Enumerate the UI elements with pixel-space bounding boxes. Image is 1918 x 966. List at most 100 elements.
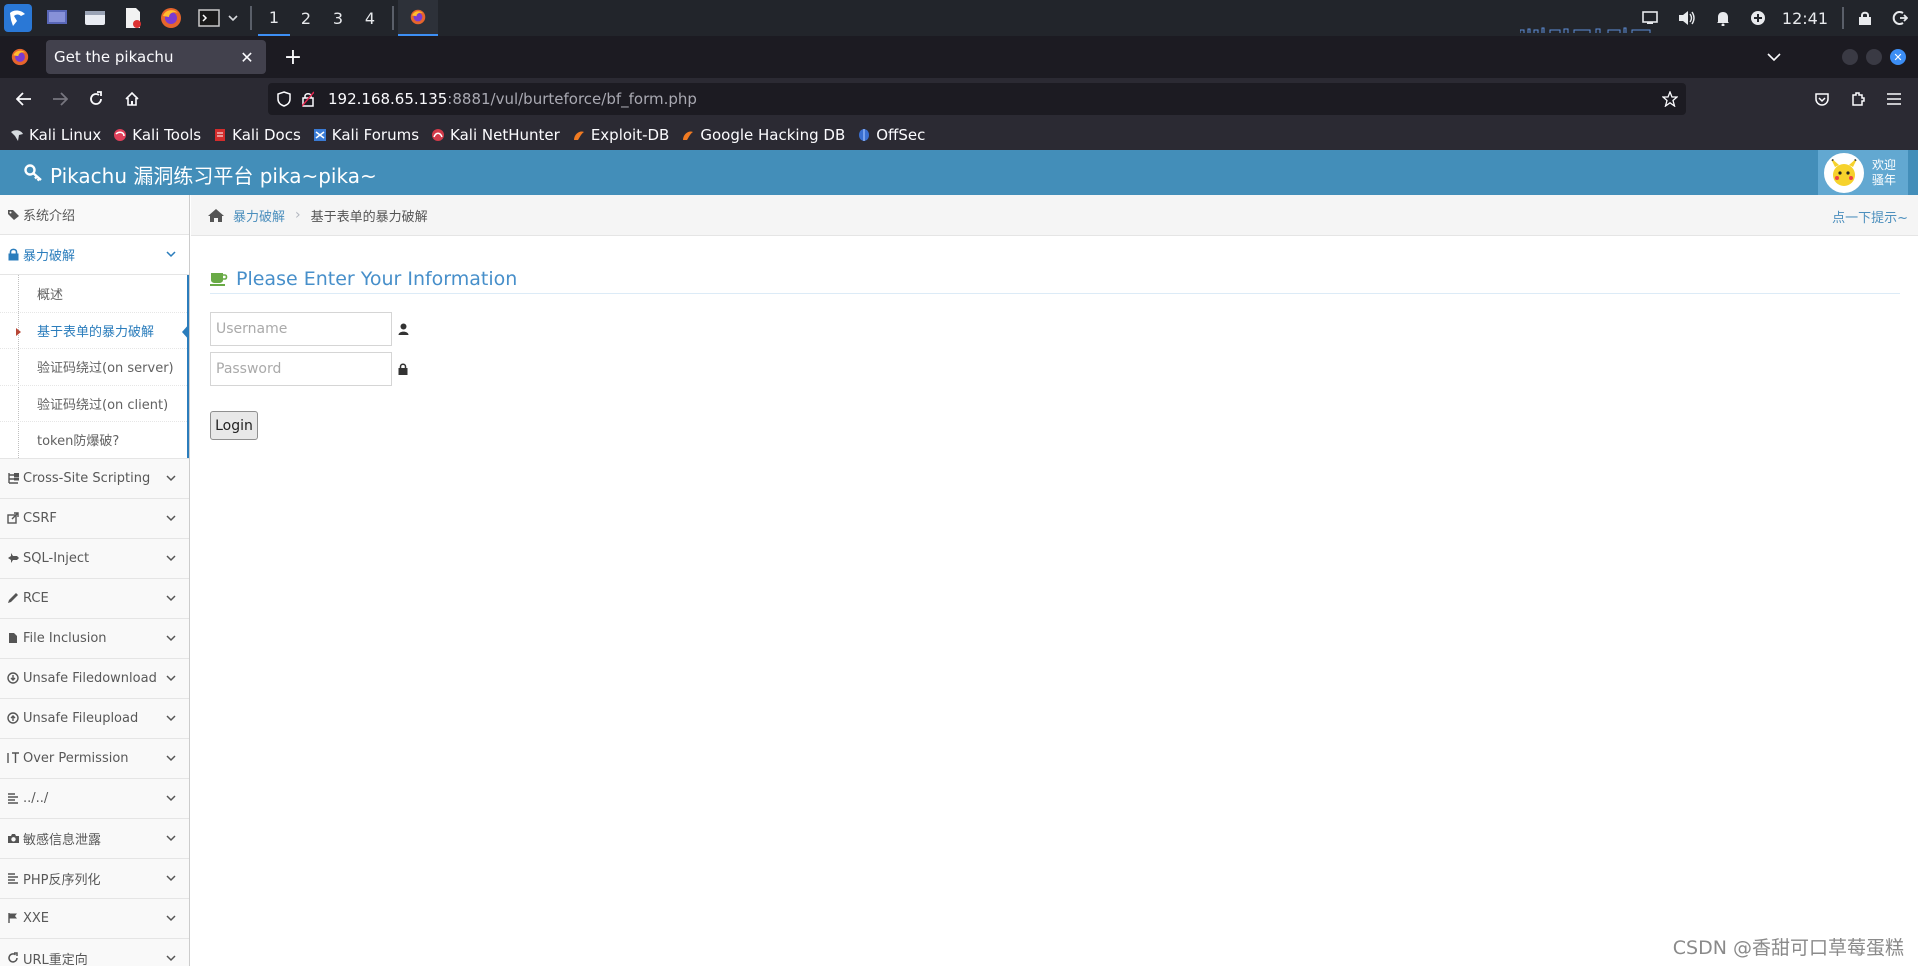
username-input[interactable] (210, 312, 392, 346)
chevron-down-icon[interactable] (165, 752, 177, 764)
chevron-down-icon[interactable] (165, 632, 177, 644)
sidebar-item-unsafe-filedownload[interactable]: Unsafe Filedownload (0, 658, 189, 699)
url-path: :8881/vul/burteforce/bf_form.php (447, 90, 697, 108)
reload-icon[interactable] (84, 87, 108, 111)
browser-tab-bar: Get the pikachu ✕ + ✕ (0, 36, 1918, 78)
extensions-icon[interactable] (1846, 87, 1870, 111)
sidebar-item-rce[interactable]: RCE (0, 578, 189, 619)
chevron-down-icon[interactable] (165, 712, 177, 724)
kali-menu-icon[interactable] (4, 4, 32, 32)
kali-tools-icon (113, 128, 127, 142)
bookmark-google-hacking-db[interactable]: Google Hacking DB (681, 126, 845, 144)
sidebar-item-file-inclusion[interactable]: File Inclusion (0, 618, 189, 659)
bruteforce-submenu: 概述 基于表单的暴力破解 验证码绕过(on server) 验证码绕过(on c… (0, 275, 189, 459)
sidebar-item-xxe[interactable]: XXE (0, 898, 189, 939)
close-tab-icon[interactable]: ✕ (236, 46, 258, 68)
exploit-db-icon (572, 128, 586, 142)
sidebar-item-bruteforce[interactable]: 暴力破解 (0, 235, 189, 275)
chevron-down-icon[interactable] (165, 872, 177, 884)
home-icon[interactable] (120, 87, 144, 111)
bookmark-kali-docs[interactable]: Kali Docs (213, 126, 301, 144)
bookmark-star-icon[interactable] (1660, 89, 1680, 109)
bookmark-kali-linux[interactable]: Kali Linux (10, 126, 101, 144)
chevron-down-icon[interactable] (165, 832, 177, 844)
bookmark-exploit-db[interactable]: Exploit-DB (572, 126, 669, 144)
workspace-3[interactable]: 3 (322, 0, 354, 36)
screen-icon[interactable] (1642, 11, 1658, 25)
workspace-2[interactable]: 2 (290, 0, 322, 36)
bookmark-offsec[interactable]: OffSec (857, 126, 925, 144)
firefox-task-button[interactable] (398, 0, 438, 36)
sidebar-item-intro[interactable]: 系统介绍 (0, 195, 189, 235)
hint-link[interactable]: 点一下提示~ (1832, 207, 1908, 226)
file-manager-icon[interactable] (82, 5, 108, 31)
sidebar-item-info-leak[interactable]: 敏感信息泄露 (0, 818, 189, 859)
user-menu[interactable]: 欢迎 骚年 (1818, 150, 1908, 195)
browser-tab[interactable]: Get the pikachu ✕ (46, 40, 266, 74)
text-editor-icon[interactable] (120, 5, 146, 31)
volume-icon[interactable] (1678, 10, 1696, 26)
login-button[interactable]: Login (210, 411, 258, 440)
notification-bell-icon[interactable] (1716, 10, 1730, 26)
password-input[interactable] (210, 352, 392, 386)
workspace-1[interactable]: 1 (258, 0, 290, 36)
url-text[interactable]: 192.168.65.135:8881/vul/burteforce/bf_fo… (328, 90, 697, 108)
home-icon[interactable] (207, 207, 225, 223)
sidebar-item-csrf[interactable]: CSRF (0, 498, 189, 539)
file-icon (6, 631, 20, 645)
update-icon[interactable] (1750, 10, 1766, 26)
bookmark-kali-tools[interactable]: Kali Tools (113, 126, 201, 144)
list-all-tabs-icon[interactable] (1762, 46, 1786, 68)
chevron-down-icon[interactable] (165, 592, 177, 604)
menu-hamburger-icon[interactable] (1882, 87, 1906, 111)
sidebar-item-unsafe-fileupload[interactable]: Unsafe Fileupload (0, 698, 189, 739)
tracking-shield-icon[interactable] (274, 89, 294, 109)
desktop-icon[interactable] (44, 5, 70, 31)
offsec-icon (857, 128, 871, 142)
tags-icon (6, 208, 20, 222)
maximize-window-button[interactable] (1866, 49, 1882, 65)
bookmark-kali-nethunter[interactable]: Kali NetHunter (431, 126, 560, 144)
coffee-icon (210, 271, 228, 287)
submenu-item-token[interactable]: token防爆破? (0, 421, 189, 458)
chevron-down-icon[interactable] (165, 512, 177, 524)
chevron-down-icon[interactable] (165, 552, 177, 564)
logout-icon[interactable] (1892, 10, 1908, 26)
sidebar-item-url-redirect[interactable]: URL重定向 (0, 938, 189, 966)
sidebar-item-php-unserialize[interactable]: PHP反序列化 (0, 858, 189, 899)
clock[interactable]: 12:41 (1782, 9, 1828, 28)
bookmark-kali-forums[interactable]: Kali Forums (313, 126, 419, 144)
firefox-view-icon[interactable] (0, 36, 40, 78)
chevron-down-icon[interactable] (165, 952, 177, 964)
submenu-item-form-bruteforce[interactable]: 基于表单的暴力破解 (0, 311, 189, 349)
site-security-icon[interactable] (298, 89, 318, 109)
lock-screen-icon[interactable] (1858, 10, 1872, 26)
firefox-icon[interactable] (158, 5, 184, 31)
sidebar-item-xss[interactable]: Cross-Site Scripting (0, 458, 189, 499)
minimize-window-button[interactable] (1842, 49, 1858, 65)
chevron-down-icon[interactable] (165, 792, 177, 804)
sidebar-item-path-traversal[interactable]: ../../ (0, 778, 189, 819)
chevron-down-icon[interactable] (226, 5, 240, 31)
submenu-item-overview[interactable]: 概述 (0, 275, 189, 312)
site-brand[interactable]: Pikachu 漏洞练习平台 pika~pika~ (24, 160, 377, 189)
breadcrumb: 暴力破解 › 基于表单的暴力破解 点一下提示~ (191, 195, 1918, 236)
back-icon[interactable] (12, 87, 36, 111)
chevron-down-icon[interactable] (165, 472, 177, 484)
csdn-watermark: CSDN @香甜可口草莓蛋糕 (1672, 937, 1904, 959)
submenu-item-captcha-server[interactable]: 验证码绕过(on server) (0, 348, 189, 385)
chevron-down-icon[interactable] (165, 672, 177, 684)
forward-icon[interactable] (48, 87, 72, 111)
new-tab-button[interactable]: + (280, 44, 306, 70)
close-window-button[interactable]: ✕ (1890, 49, 1906, 65)
workspace-4[interactable]: 4 (354, 0, 386, 36)
pocket-icon[interactable] (1810, 87, 1834, 111)
breadcrumb-link[interactable]: 暴力破解 (233, 206, 285, 225)
chevron-down-icon[interactable] (165, 912, 177, 924)
url-bar[interactable]: 192.168.65.135:8881/vul/burteforce/bf_fo… (268, 83, 1686, 115)
chevron-down-icon[interactable] (165, 248, 177, 260)
sidebar-item-sqli[interactable]: SQL-Inject (0, 538, 189, 579)
terminal-icon[interactable] (196, 5, 222, 31)
sidebar-item-over-permission[interactable]: Over Permission (0, 738, 189, 779)
submenu-item-captcha-client[interactable]: 验证码绕过(on client) (0, 384, 189, 422)
